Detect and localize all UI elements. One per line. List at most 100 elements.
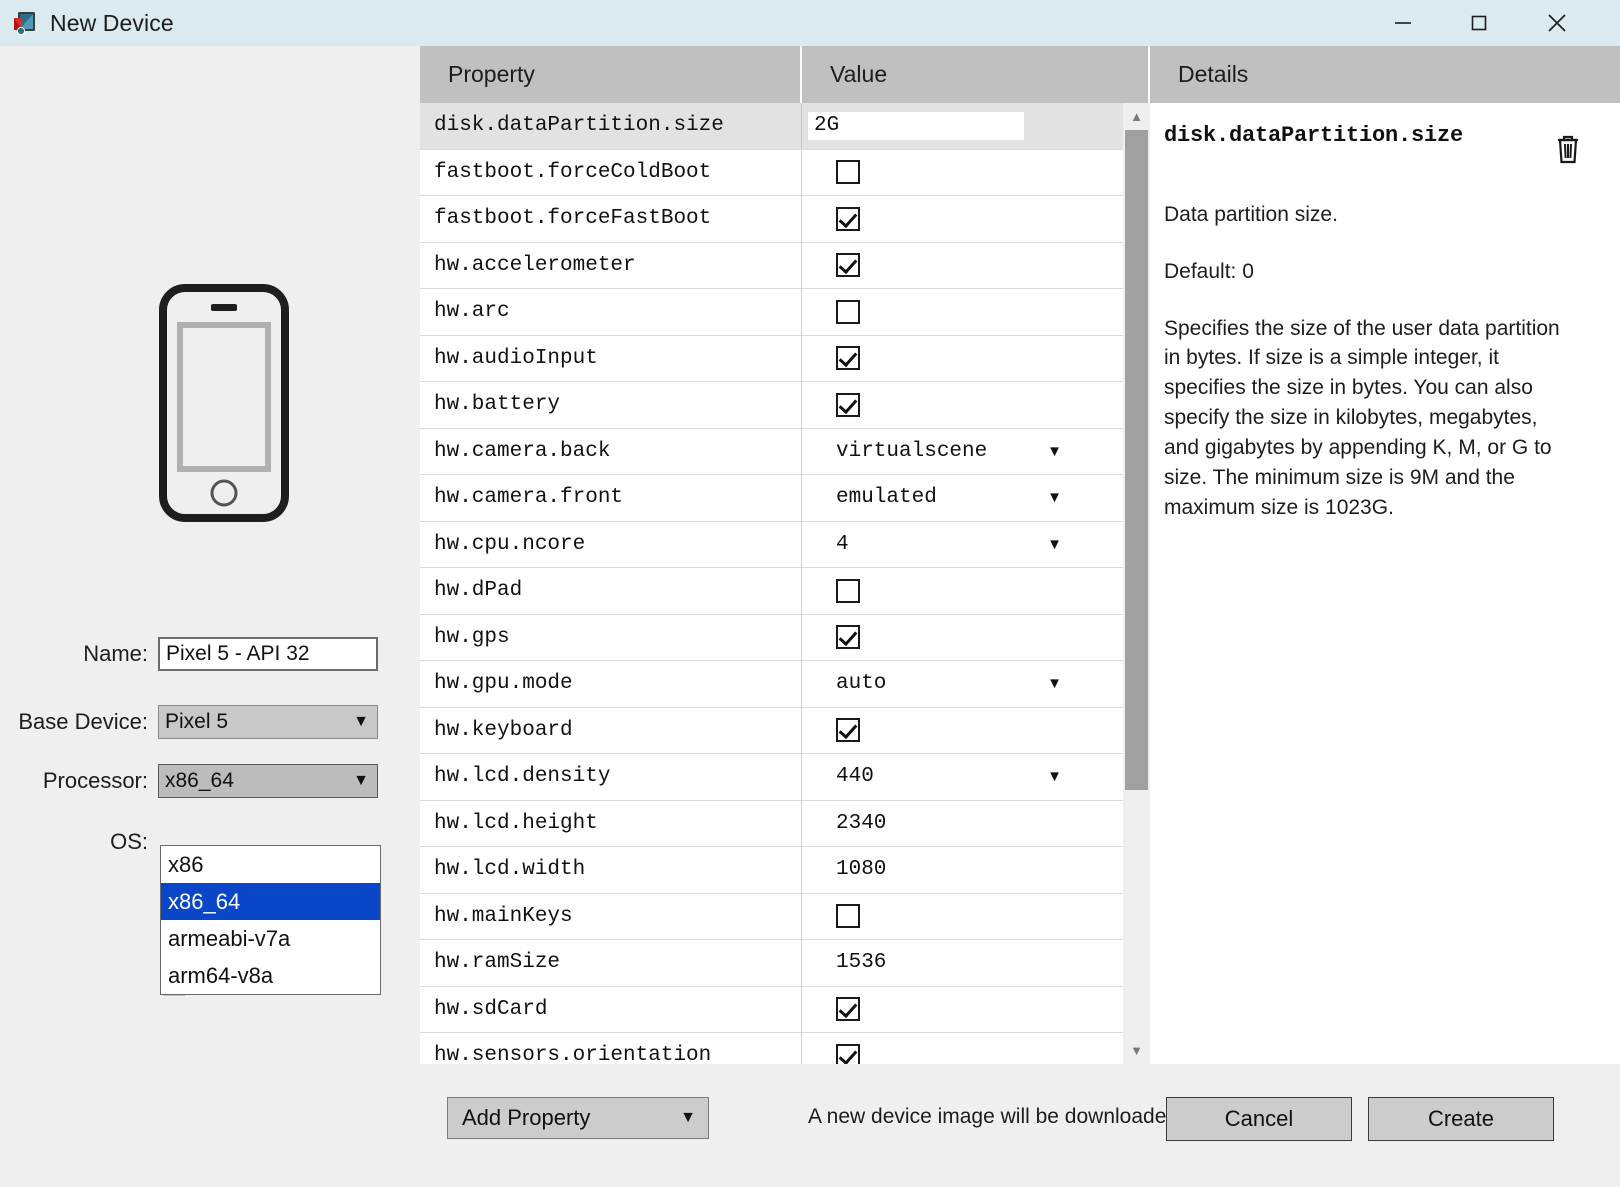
create-button[interactable]: Create <box>1368 1097 1554 1141</box>
cancel-button[interactable]: Cancel <box>1166 1097 1352 1141</box>
property-name-cell: disk.dataPartition.size <box>420 103 802 149</box>
property-table-scrollbar[interactable]: ▲ ▼ <box>1123 103 1150 1064</box>
column-header-details[interactable]: Details <box>1150 46 1620 103</box>
table-row[interactable]: hw.ramSize 1536 <box>420 940 1150 987</box>
table-row[interactable]: hw.lcd.density 440 ▼ <box>420 754 1150 801</box>
table-row[interactable]: hw.sensors.orientation <box>420 1033 1150 1064</box>
processor-value: x86_64 <box>165 769 234 792</box>
table-row[interactable]: disk.dataPartition.size 2G <box>420 103 1150 150</box>
property-name-cell: hw.arc <box>420 289 802 335</box>
value-checkbox[interactable] <box>836 625 860 650</box>
close-icon[interactable] <box>1526 0 1588 46</box>
property-value-cell[interactable]: 4 ▼ <box>802 522 1150 568</box>
table-row[interactable]: hw.dPad <box>420 568 1150 615</box>
scroll-down-icon[interactable]: ▼ <box>1123 1037 1150 1064</box>
property-value-cell[interactable]: auto ▼ <box>802 661 1150 707</box>
scroll-up-icon[interactable]: ▲ <box>1123 103 1150 130</box>
value-checkbox[interactable] <box>836 160 860 185</box>
property-value-cell[interactable]: 2340 <box>802 801 1150 847</box>
property-value-cell[interactable] <box>802 336 1150 382</box>
value-select[interactable]: 440 ▼ <box>836 765 1062 788</box>
name-input[interactable]: Pixel 5 - API 32 <box>158 637 378 671</box>
value-checkbox[interactable] <box>836 904 860 929</box>
processor-select[interactable]: x86_64 ▼ <box>158 764 378 798</box>
processor-dropdown-list[interactable]: x86 x86_64 armeabi-v7a arm64-v8a <box>160 845 381 995</box>
table-row[interactable]: hw.camera.back virtualscene ▼ <box>420 428 1150 475</box>
value-checkbox[interactable] <box>836 718 860 743</box>
property-name-cell: hw.audioInput <box>420 335 802 381</box>
download-note: A new device image will be downloaded. <box>808 1105 1184 1128</box>
property-value-cell[interactable]: 1536 <box>802 940 1150 986</box>
value-checkbox[interactable] <box>836 578 860 603</box>
value-checkbox[interactable] <box>836 206 860 231</box>
value-checkbox[interactable] <box>836 299 860 324</box>
property-value-cell[interactable] <box>802 1033 1150 1064</box>
table-row[interactable]: hw.gps <box>420 614 1150 661</box>
device-config-panel: Name: Pixel 5 - API 32 Base Device: Pixe… <box>0 46 420 1187</box>
minimize-icon[interactable] <box>1372 0 1434 46</box>
table-row[interactable]: hw.lcd.height 2340 <box>420 800 1150 847</box>
details-summary: Data partition size. <box>1164 203 1338 226</box>
value-checkbox[interactable] <box>836 997 860 1022</box>
value-text: 1080 <box>836 858 887 882</box>
processor-option-label: arm64-v8a <box>168 962 274 988</box>
base-device-select[interactable]: Pixel 5 ▼ <box>158 705 378 739</box>
chevron-down-icon: ▼ <box>1047 675 1062 693</box>
table-row[interactable]: hw.sdCard <box>420 986 1150 1033</box>
value-checkbox[interactable] <box>836 253 860 278</box>
table-row[interactable]: hw.camera.front emulated ▼ <box>420 475 1150 522</box>
property-value-cell[interactable] <box>802 708 1150 754</box>
value-select[interactable]: virtualscene ▼ <box>836 440 1062 463</box>
property-name-cell: fastboot.forceColdBoot <box>420 149 802 195</box>
property-value-cell[interactable]: 2G <box>802 103 1150 149</box>
value-select[interactable]: 4 ▼ <box>836 533 1062 556</box>
table-row[interactable]: hw.gpu.mode auto ▼ <box>420 661 1150 708</box>
property-value-cell[interactable] <box>802 289 1150 335</box>
column-header-value[interactable]: Value <box>802 46 1150 103</box>
processor-row: Processor: x86_64 ▼ <box>0 762 420 800</box>
value-checkbox[interactable] <box>836 346 860 371</box>
property-value-cell[interactable] <box>802 987 1150 1033</box>
details-default: Default: 0 <box>1164 259 1254 283</box>
maximize-icon[interactable] <box>1448 0 1510 46</box>
scrollbar-thumb[interactable] <box>1125 130 1148 790</box>
column-header-property[interactable]: Property <box>420 46 802 103</box>
property-value-cell[interactable] <box>802 568 1150 614</box>
table-row[interactable]: fastboot.forceFastBoot <box>420 196 1150 243</box>
property-value-cell[interactable]: 440 ▼ <box>802 754 1150 800</box>
trash-icon[interactable] <box>1554 133 1582 165</box>
table-row[interactable]: fastboot.forceColdBoot <box>420 149 1150 196</box>
property-value-cell[interactable] <box>802 382 1150 428</box>
table-row[interactable]: hw.cpu.ncore 4 ▼ <box>420 521 1150 568</box>
property-value-cell[interactable]: virtualscene ▼ <box>802 429 1150 475</box>
property-value-cell[interactable] <box>802 615 1150 661</box>
processor-option-label: armeabi-v7a <box>168 925 291 951</box>
processor-option-x86[interactable]: x86 <box>161 846 380 883</box>
table-row[interactable]: hw.audioInput <box>420 335 1150 382</box>
processor-option-arm64-v8a[interactable]: arm64-v8a <box>161 957 380 994</box>
property-value-cell[interactable] <box>802 894 1150 940</box>
table-row[interactable]: hw.lcd.width 1080 <box>420 847 1150 894</box>
table-row[interactable]: hw.battery <box>420 382 1150 429</box>
value-checkbox[interactable] <box>836 1043 860 1064</box>
property-value-cell[interactable] <box>802 150 1150 196</box>
table-row[interactable]: hw.arc <box>420 289 1150 336</box>
property-value-cell[interactable] <box>802 196 1150 242</box>
add-property-button[interactable]: Add Property ▼ <box>447 1097 709 1139</box>
value-select[interactable]: emulated ▼ <box>836 486 1062 509</box>
property-name-cell: hw.lcd.height <box>420 800 802 846</box>
value-select[interactable]: auto ▼ <box>836 672 1062 695</box>
property-value-cell[interactable]: 1080 <box>802 847 1150 893</box>
processor-option-x86-64[interactable]: x86_64 <box>161 883 380 920</box>
table-row[interactable]: hw.keyboard <box>420 707 1150 754</box>
property-name-cell: hw.battery <box>420 382 802 428</box>
processor-option-armeabi-v7a[interactable]: armeabi-v7a <box>161 920 380 957</box>
table-row[interactable]: hw.mainKeys <box>420 893 1150 940</box>
property-value-cell[interactable] <box>802 243 1150 289</box>
value-checkbox[interactable] <box>836 392 860 417</box>
value-text-input[interactable]: 2G <box>808 111 1024 140</box>
os-label: OS: <box>110 829 148 854</box>
property-value-cell[interactable]: emulated ▼ <box>802 475 1150 521</box>
table-row[interactable]: hw.accelerometer <box>420 242 1150 289</box>
window-title: New Device <box>50 9 174 36</box>
